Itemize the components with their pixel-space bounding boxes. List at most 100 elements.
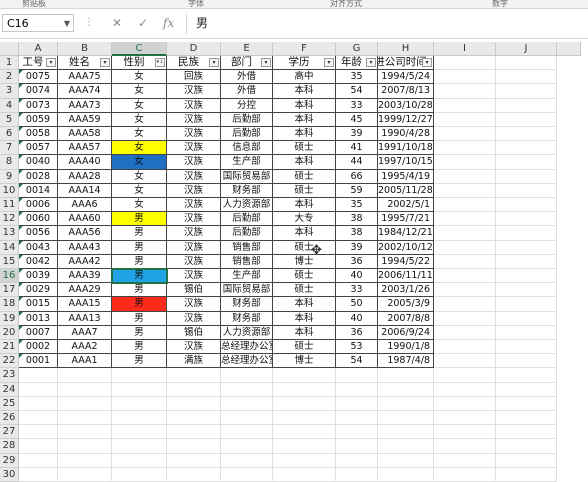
enter-icon[interactable]: ✓ [138,16,148,30]
education-cell[interactable]: 硕士 [273,340,336,355]
gender-cell[interactable]: 男 [112,325,167,340]
department-cell[interactable]: 后勤部 [221,212,273,227]
filter-dropdown-icon[interactable]: ▾ [422,58,432,67]
function-icon[interactable]: fx [163,16,174,30]
empty-cell[interactable] [434,112,496,127]
empty-cell[interactable] [378,467,434,482]
education-cell[interactable]: 大专 [273,212,336,227]
gender-cell[interactable]: 女 [112,141,167,156]
ethnicity-cell[interactable]: 汉族 [167,112,221,127]
name-cell[interactable]: AAA29 [58,283,112,298]
empty-cell[interactable] [58,368,112,383]
age-cell[interactable]: 38 [336,212,378,227]
empty-cell[interactable] [273,382,336,397]
empty-cell[interactable] [221,382,273,397]
gender-cell[interactable]: 男 [112,297,167,312]
empty-cell[interactable] [496,155,557,170]
empty-cell[interactable] [336,411,378,426]
name-cell[interactable]: AAA28 [58,169,112,184]
empty-cell[interactable] [496,368,557,383]
filter-dropdown-icon[interactable]: ▾ [324,58,334,67]
empty-cell[interactable] [273,368,336,383]
hire-date-cell[interactable]: 1984/12/21 [378,226,434,241]
ethnicity-cell[interactable]: 汉族 [167,98,221,113]
name-cell[interactable]: AAA58 [58,127,112,142]
gender-cell[interactable]: 女 [112,84,167,99]
filter-dropdown-icon[interactable]: ▾ [46,58,56,67]
department-cell[interactable]: 信息部 [221,141,273,156]
empty-cell[interactable] [496,439,557,454]
age-cell[interactable]: 44 [336,155,378,170]
row-header-13[interactable]: 13 [0,226,19,241]
column-header-b[interactable]: B [58,42,112,56]
education-cell[interactable]: 硕士 [273,141,336,156]
ethnicity-cell[interactable]: 汉族 [167,226,221,241]
hire-date-cell[interactable]: 2006/9/24 [378,325,434,340]
name-cell[interactable]: AAA6 [58,198,112,213]
employee-id-cell[interactable]: 0013 [19,311,58,326]
empty-cell[interactable] [496,127,557,142]
column-header-e[interactable]: E [221,42,273,56]
empty-cell[interactable] [112,411,167,426]
employee-id-cell[interactable]: 0039 [19,269,58,284]
empty-cell[interactable] [434,325,496,340]
empty-cell[interactable] [378,425,434,440]
department-cell[interactable]: 国际贸易部 [221,283,273,298]
age-cell[interactable]: 40 [336,269,378,284]
name-box[interactable]: C16 ▼ [2,14,74,32]
education-cell[interactable]: 硕士 [273,183,336,198]
employee-id-cell[interactable]: 0029 [19,283,58,298]
row-header-15[interactable]: 15 [0,254,19,269]
empty-cell[interactable] [378,382,434,397]
name-cell[interactable]: AAA40 [58,155,112,170]
name-cell[interactable]: AAA75 [58,70,112,85]
education-cell[interactable]: 本科 [273,297,336,312]
empty-cell[interactable] [496,311,557,326]
empty-cell[interactable] [496,212,557,227]
empty-cell[interactable] [434,212,496,227]
employee-id-cell[interactable]: 0007 [19,325,58,340]
empty-cell[interactable] [19,411,58,426]
name-cell[interactable]: AAA7 [58,325,112,340]
empty-cell[interactable] [496,112,557,127]
row-header-3[interactable]: 3 [0,84,19,99]
ethnicity-cell[interactable]: 汉族 [167,141,221,156]
filter-dropdown-icon[interactable]: ▾ [100,58,110,67]
empty-cell[interactable] [434,226,496,241]
filter-dropdown-icon[interactable]: ▾ [209,58,219,67]
department-cell[interactable]: 外借 [221,84,273,99]
ethnicity-cell[interactable]: 回族 [167,70,221,85]
empty-cell[interactable] [58,467,112,482]
empty-cell[interactable] [58,411,112,426]
department-cell[interactable]: 总经理办公室 [221,340,273,355]
empty-cell[interactable] [496,141,557,156]
empty-cell[interactable] [496,84,557,99]
empty-cell[interactable] [434,396,496,411]
education-cell[interactable]: 本科 [273,311,336,326]
education-cell[interactable]: 硕士 [273,240,336,255]
employee-id-cell[interactable]: 0060 [19,212,58,227]
empty-cell[interactable] [167,439,221,454]
gender-cell[interactable]: 女 [112,98,167,113]
hire-date-cell[interactable]: 2007/8/13 [378,84,434,99]
gender-cell[interactable]: 女 [112,112,167,127]
education-cell[interactable]: 本科 [273,112,336,127]
education-cell[interactable]: 本科 [273,98,336,113]
hire-date-cell[interactable]: 1991/10/18 [378,141,434,156]
gender-cell[interactable]: 男 [112,311,167,326]
name-cell[interactable]: AAA13 [58,311,112,326]
empty-cell[interactable] [378,439,434,454]
row-header-1[interactable]: 1 [0,56,19,71]
column-header-d[interactable]: D [167,42,221,56]
empty-cell[interactable] [434,382,496,397]
name-cell[interactable]: AAA43 [58,240,112,255]
employee-id-cell[interactable]: 0015 [19,297,58,312]
age-cell[interactable]: 38 [336,226,378,241]
empty-cell[interactable] [378,368,434,383]
empty-cell[interactable] [434,297,496,312]
name-cell[interactable]: AAA56 [58,226,112,241]
row-header-23[interactable]: 23 [0,368,19,383]
empty-cell[interactable] [496,467,557,482]
empty-cell[interactable] [336,453,378,468]
age-cell[interactable]: 54 [336,84,378,99]
